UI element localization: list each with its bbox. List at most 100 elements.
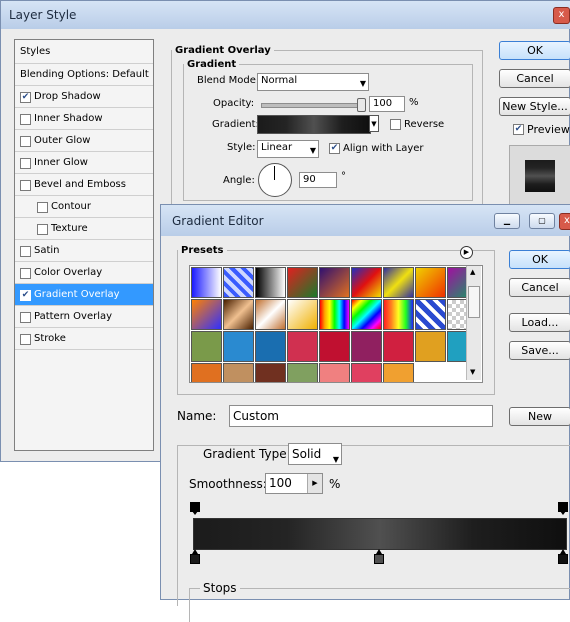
opacity-slider-thumb[interactable] bbox=[357, 98, 366, 112]
preset-swatch[interactable] bbox=[191, 299, 222, 330]
style-item[interactable]: Outer Glow bbox=[15, 130, 153, 152]
style-item[interactable]: Color Overlay bbox=[15, 262, 153, 284]
style-item-checkbox[interactable] bbox=[20, 158, 31, 169]
style-item-checkbox[interactable]: ✔ bbox=[20, 290, 31, 301]
style-item-checkbox[interactable] bbox=[20, 136, 31, 147]
preset-swatch[interactable] bbox=[319, 363, 350, 382]
opacity-slider[interactable] bbox=[261, 98, 366, 112]
close-icon[interactable]: x bbox=[553, 7, 570, 24]
preset-swatch[interactable] bbox=[255, 331, 286, 362]
preset-swatch[interactable] bbox=[223, 363, 254, 382]
preset-swatch[interactable] bbox=[319, 331, 350, 362]
color-stop-middle[interactable] bbox=[373, 549, 385, 565]
presets-menu-icon[interactable]: ▶ bbox=[460, 246, 473, 259]
preset-swatch[interactable] bbox=[223, 299, 254, 330]
preview-checkbox[interactable]: ✔ bbox=[513, 124, 524, 135]
ok-button[interactable]: OK bbox=[499, 41, 570, 60]
preset-swatch[interactable] bbox=[223, 267, 254, 298]
preset-swatch[interactable] bbox=[383, 299, 414, 330]
style-item[interactable]: Satin bbox=[15, 240, 153, 262]
style-item[interactable]: Inner Shadow bbox=[15, 108, 153, 130]
maximize-icon[interactable]: ▢ bbox=[529, 213, 555, 229]
close-icon[interactable]: x bbox=[559, 213, 570, 230]
ok-button[interactable]: OK bbox=[509, 250, 570, 269]
style-item[interactable]: Inner Glow bbox=[15, 152, 153, 174]
style-item[interactable]: Blending Options: Default bbox=[15, 64, 153, 86]
gradient-swatch[interactable] bbox=[257, 115, 371, 134]
gradient-editor-titlebar[interactable]: Gradient Editor ▁ ▢ x bbox=[161, 205, 570, 236]
preset-swatch[interactable] bbox=[383, 331, 414, 362]
opacity-stop-left[interactable] bbox=[189, 502, 201, 516]
save-button[interactable]: Save... bbox=[509, 341, 570, 360]
color-stop-left[interactable] bbox=[189, 549, 201, 565]
chevron-down-icon: ▼ bbox=[359, 79, 366, 88]
style-item[interactable]: Contour bbox=[15, 196, 153, 218]
style-item-checkbox[interactable] bbox=[20, 114, 31, 125]
blend-mode-select[interactable]: Normal ▼ bbox=[257, 73, 369, 91]
preset-swatch[interactable] bbox=[287, 299, 318, 330]
style-item-checkbox[interactable] bbox=[20, 334, 31, 345]
gradient-bar[interactable] bbox=[193, 518, 567, 550]
cancel-button[interactable]: Cancel bbox=[499, 69, 570, 88]
style-item-checkbox[interactable] bbox=[37, 202, 48, 213]
smoothness-arrow-icon[interactable]: ▶ bbox=[307, 474, 322, 493]
preset-swatch[interactable] bbox=[191, 267, 222, 298]
gradient-type-select[interactable]: Solid ▼ bbox=[288, 443, 342, 465]
layer-style-titlebar[interactable]: Layer Style x bbox=[1, 1, 570, 29]
preset-swatch[interactable] bbox=[255, 267, 286, 298]
style-item[interactable]: ✔ Drop Shadow bbox=[15, 86, 153, 108]
preset-swatch[interactable] bbox=[351, 363, 382, 382]
styles-header[interactable]: Styles bbox=[15, 40, 153, 64]
minimize-icon[interactable]: ▁ bbox=[494, 213, 520, 229]
color-stop-right[interactable] bbox=[557, 549, 569, 565]
style-item-checkbox[interactable] bbox=[20, 180, 31, 191]
style-item[interactable]: Stroke bbox=[15, 328, 153, 350]
preset-swatch[interactable] bbox=[415, 299, 446, 330]
style-item[interactable]: Bevel and Emboss bbox=[15, 174, 153, 196]
preset-swatch[interactable] bbox=[351, 299, 382, 330]
style-item[interactable]: Pattern Overlay bbox=[15, 306, 153, 328]
style-item[interactable]: ✔ Gradient Overlay bbox=[15, 284, 153, 306]
preset-swatch[interactable] bbox=[351, 267, 382, 298]
preset-swatch[interactable] bbox=[319, 299, 350, 330]
preset-swatch[interactable] bbox=[415, 267, 446, 298]
cancel-button[interactable]: Cancel bbox=[509, 278, 570, 297]
preset-swatch[interactable] bbox=[287, 331, 318, 362]
new-style-button[interactable]: New Style... bbox=[499, 97, 570, 116]
gradient-picker-arrow-icon[interactable]: ▼ bbox=[369, 115, 379, 132]
style-item-checkbox[interactable]: ✔ bbox=[20, 92, 31, 103]
preset-swatch[interactable] bbox=[223, 331, 254, 362]
preset-swatch[interactable] bbox=[255, 363, 286, 382]
style-item[interactable]: Texture bbox=[15, 218, 153, 240]
preset-swatch[interactable] bbox=[255, 299, 286, 330]
smoothness-input[interactable]: 100 ▶ bbox=[265, 473, 323, 494]
preset-swatch[interactable] bbox=[383, 267, 414, 298]
preset-swatch[interactable] bbox=[287, 267, 318, 298]
style-select[interactable]: Linear ▼ bbox=[257, 140, 319, 158]
style-item-checkbox[interactable] bbox=[37, 224, 48, 235]
load-button[interactable]: Load... bbox=[509, 313, 570, 332]
style-item-checkbox[interactable] bbox=[20, 312, 31, 323]
preset-swatch[interactable] bbox=[191, 331, 222, 362]
reverse-checkbox[interactable] bbox=[390, 119, 401, 130]
preset-swatch[interactable] bbox=[287, 363, 318, 382]
scroll-down-icon[interactable]: ▼ bbox=[470, 368, 475, 376]
scroll-up-icon[interactable]: ▲ bbox=[470, 268, 475, 276]
style-item-checkbox[interactable] bbox=[20, 246, 31, 257]
angle-input[interactable]: 90 bbox=[299, 172, 337, 188]
name-input[interactable]: Custom bbox=[229, 405, 493, 427]
angle-dial[interactable] bbox=[258, 163, 292, 197]
preset-swatch[interactable] bbox=[319, 267, 350, 298]
scroll-thumb[interactable] bbox=[468, 286, 480, 318]
opacity-stop-right[interactable] bbox=[557, 502, 569, 516]
preset-swatches bbox=[189, 265, 483, 383]
preset-swatch[interactable] bbox=[351, 331, 382, 362]
preset-swatch[interactable] bbox=[383, 363, 414, 382]
style-item-checkbox[interactable] bbox=[20, 268, 31, 279]
new-button[interactable]: New bbox=[509, 407, 570, 426]
preset-swatch[interactable] bbox=[191, 363, 222, 382]
presets-scrollbar[interactable]: ▲ ▼ bbox=[466, 266, 481, 380]
preset-swatch[interactable] bbox=[415, 331, 446, 362]
opacity-input[interactable]: 100 bbox=[369, 96, 405, 112]
align-checkbox[interactable]: ✔ bbox=[329, 143, 340, 154]
